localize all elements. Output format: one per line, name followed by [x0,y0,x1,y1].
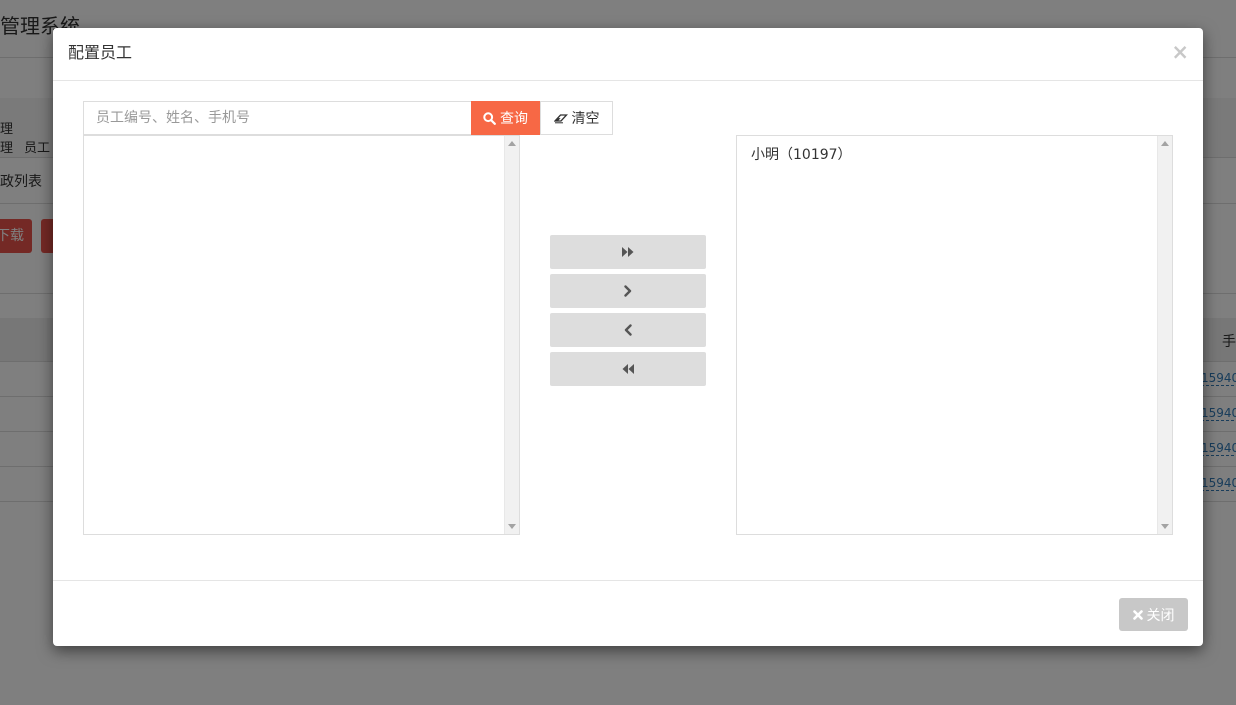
double-chevron-right-icon [622,247,634,257]
scroll-up-arrow-icon[interactable] [1161,141,1169,146]
modal-footer: 关闭 [53,580,1203,646]
query-button[interactable]: 查询 [471,101,540,135]
selected-employees-list[interactable]: 小明（10197） [736,135,1173,535]
clear-button-label: 清空 [571,111,600,127]
employee-search-input[interactable] [83,101,471,135]
query-button-label: 查询 [500,111,528,127]
available-employees-list[interactable] [83,135,520,535]
move-all-left-button[interactable] [550,352,706,386]
chevron-right-icon [624,285,632,297]
close-icon[interactable]: × [1171,41,1189,63]
list-item[interactable]: 小明（10197） [751,146,852,164]
move-right-button[interactable] [550,274,706,308]
modal-header: 配置员工 × [53,28,1203,81]
move-left-button[interactable] [550,313,706,347]
scrollbar[interactable] [1157,136,1172,534]
configure-employee-modal: 配置员工 × 查询 清空 [53,28,1203,646]
chevron-left-icon [624,324,632,336]
scroll-up-arrow-icon[interactable] [508,141,516,146]
clear-button[interactable]: 清空 [540,101,613,135]
eraser-icon [553,113,568,123]
scroll-down-arrow-icon[interactable] [1161,524,1169,529]
double-chevron-left-icon [622,364,634,374]
search-icon [483,111,496,125]
close-button[interactable]: 关闭 [1119,598,1188,631]
close-button-label: 关闭 [1146,607,1175,624]
scroll-down-arrow-icon[interactable] [508,524,516,529]
scrollbar[interactable] [504,136,519,534]
modal-title: 配置员工 [68,43,133,62]
move-all-right-button[interactable] [550,235,706,269]
close-x-icon [1132,609,1143,620]
